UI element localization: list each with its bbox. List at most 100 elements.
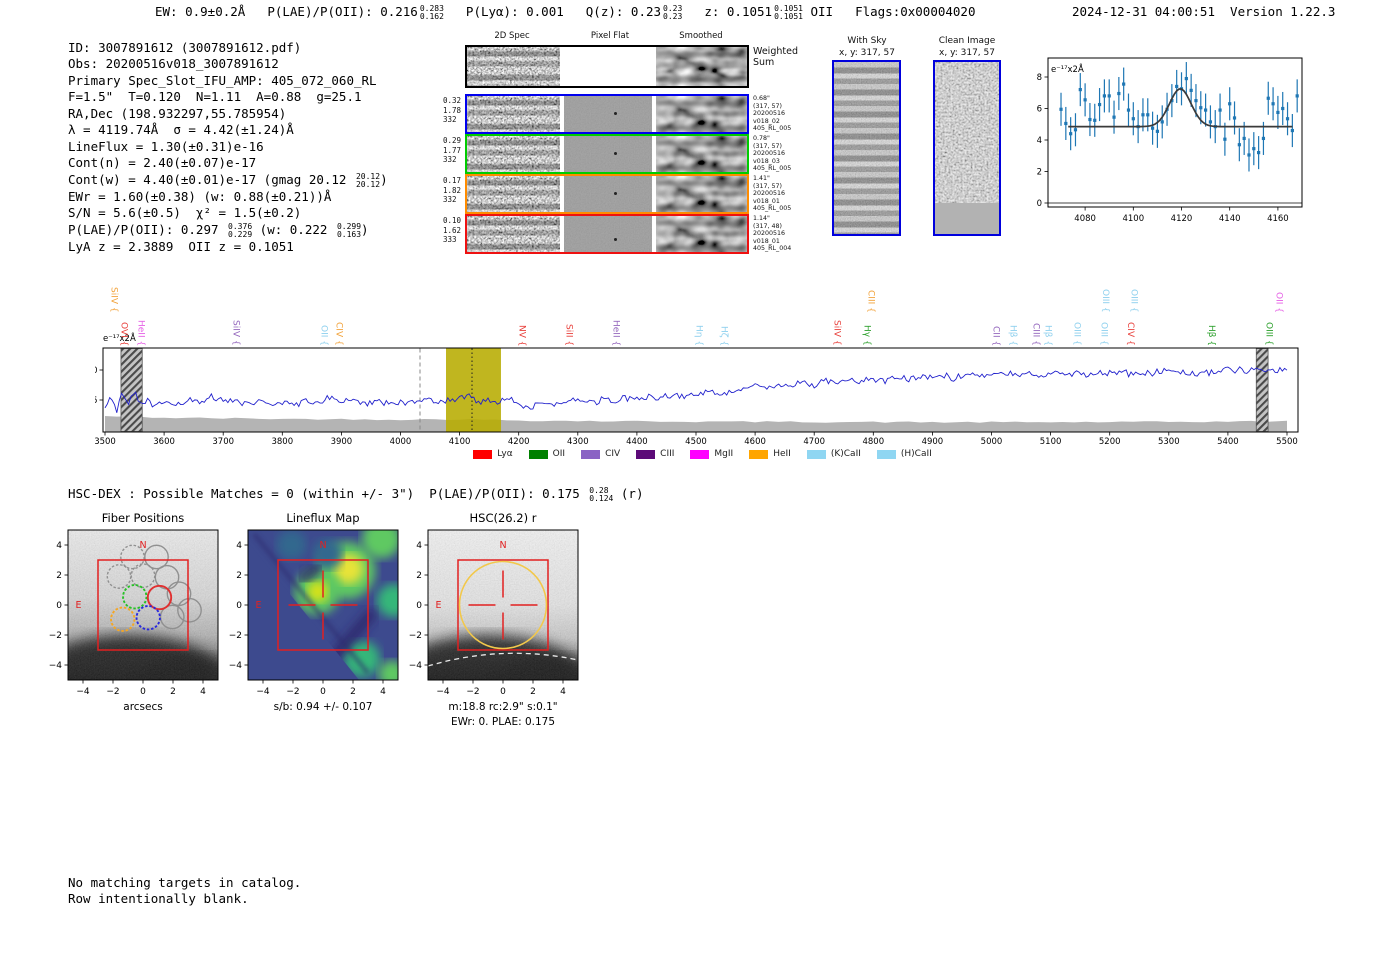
x-tick-label: −4 (436, 687, 450, 697)
cutout-left-labels: 0.10 1.62 333 (443, 216, 461, 245)
catalog-match-notes: No matching targets in catalog. Row inten… (68, 875, 301, 908)
data-point (1155, 129, 1160, 133)
line-label-siii: SiII { (563, 323, 574, 346)
highlight-band (446, 348, 501, 432)
y-tick-label: 0 (416, 601, 422, 611)
legend-swatch (876, 449, 896, 459)
data-point (1078, 88, 1082, 92)
line-label-h: Hβ { (1007, 324, 1018, 346)
y-tick-label: 4 (416, 541, 422, 551)
line-label-heii: HeII { (610, 319, 621, 346)
smoothed-bands (656, 176, 747, 212)
cutout-right-value: v018_02 (753, 117, 780, 125)
sup-sub-stack: 20.12 20.12 (356, 172, 380, 189)
data-point (1150, 126, 1155, 130)
x-tick-label: −2 (106, 687, 119, 697)
trace-bands (467, 136, 560, 172)
heatmap-blob (362, 530, 398, 559)
clean-image-title: Clean Image x, y: 317, 57 (906, 36, 1028, 59)
cutout-right-value: 20200516 (753, 230, 786, 238)
legend-item: CIII (636, 449, 674, 459)
legend-label: CIV (605, 449, 621, 459)
info-line: Primary Spec_Slot_IFU_AMP: 405_072_060_R… (68, 73, 388, 89)
cutout-spec2d-image (467, 47, 560, 86)
text-segment: Cont(n) = 2.40(±0.07)e-17 (68, 155, 257, 171)
cutout-right-value: v018_03 (753, 157, 780, 165)
info-line: F=1.5" T=0.120 N=1.11 A=0.88 g=25.1 (68, 89, 388, 105)
cutout-right-value: 405_RL_004 (753, 245, 792, 253)
dead-pixel-dot (614, 237, 618, 241)
text-segment: (r) (613, 486, 644, 501)
legend-swatch (690, 449, 710, 459)
text-segment: ID: 3007891612 (3007891612.pdf) (68, 40, 302, 55)
cutout-right-value: 20200516 (753, 150, 786, 158)
line-label-ovi: OVI { (118, 321, 129, 346)
line-label-oii: OII { (318, 325, 329, 346)
dead-pixel-dot (614, 111, 618, 115)
grain-overlay (428, 530, 578, 680)
legend-label: Lyα (497, 449, 513, 459)
cutout-smooth-image (656, 176, 747, 212)
clean-image-coords: x, y: 317, 57 (939, 47, 995, 58)
x-tick-label: 3900 (331, 437, 353, 447)
y-tick-label: 2 (416, 571, 422, 581)
text-segment: P(LAE)/P(OII): 0.297 (68, 221, 227, 237)
legend-item: Lyα (473, 449, 513, 459)
cutout-right-value: 20200516 (753, 190, 786, 198)
header-item-value: 0.001 (518, 4, 564, 19)
north-label: N (139, 540, 146, 551)
hsc-dex-summary: HSC-DEX : Possible Matches = 0 (within +… (68, 486, 643, 503)
data-point (1232, 116, 1237, 120)
cutout-right-value: 405_RL_005 (753, 165, 792, 173)
line-label-siiv: SiIV { (230, 320, 241, 346)
sub-value: 0.124 (589, 494, 614, 503)
legend-item: HeII (749, 449, 791, 459)
masked-band (120, 348, 143, 432)
header-item-label: z: (704, 4, 720, 19)
cutout-spec2d-image (467, 136, 560, 172)
cutout-left-value: 332 (443, 195, 457, 204)
hsc-image-plot: NE−4 −2 0 2 4−4−2024m:18.8 rc:2.9" s:0.1"EWr… (409, 529, 579, 728)
clean-image (933, 60, 1001, 236)
data-point (1237, 143, 1241, 147)
y-tick-label: −2 (49, 631, 62, 641)
data-point (1112, 115, 1116, 119)
header-item-label: P(LAE)/P(OII): (267, 4, 373, 19)
data-point (1208, 120, 1213, 124)
sub-value: 0.23 (663, 12, 683, 21)
sup-sub-stack: 0.299 0.163 (337, 222, 361, 239)
cutout-spec2d-image (467, 176, 560, 212)
data-point (1093, 118, 1097, 122)
data-point (1252, 147, 1256, 151)
line-label-civ: CIV { (1125, 322, 1136, 346)
line-label-oiii: OIII { (1098, 322, 1109, 346)
heatmap-blob (276, 530, 307, 560)
line-label-oiii: OIII { (1263, 322, 1274, 346)
cutout-row (465, 134, 749, 174)
legend-swatch (806, 449, 826, 459)
masked-band (1255, 348, 1269, 432)
x-tick-label: 3500 (95, 437, 116, 447)
line-label-ciii: CIII { (1030, 323, 1041, 346)
legend-label: (H)CaII (900, 449, 932, 459)
line-label-h: Hγ { (861, 325, 872, 346)
x-tick-label: 2 (350, 687, 356, 697)
sup-sub-stack: 0.1051 0.1051 (774, 5, 803, 21)
cutout-flat-image (564, 136, 652, 172)
data-point (1281, 106, 1285, 111)
cutout-right-value: 405_RL_005 (753, 125, 792, 133)
sup-sub-stack: 0.23 0.23 (663, 5, 682, 21)
x-tick-label: 4160 (1267, 214, 1289, 224)
east-label: E (435, 600, 441, 611)
legend-swatch (473, 449, 493, 459)
elixer-report: EW: 0.9±0.2Å P(LAE)/P(OII): 0.216 0.283 0.1… (0, 0, 1400, 953)
info-line: P(LAE)/P(OII): 0.297 0.376 0.229 (w: 0.22… (68, 222, 388, 239)
cutout-row (465, 94, 749, 134)
trace-bands (467, 216, 560, 252)
x-tick-label: 5100 (1040, 437, 1062, 447)
data-point (1285, 117, 1290, 121)
legend-label: OII (552, 449, 566, 459)
header-summary: EW: 0.9±0.2Å P(LAE)/P(OII): 0.216 0.283 0.1… (155, 4, 976, 21)
gaussian-fit-curve (1068, 88, 1293, 128)
data-point (1059, 107, 1063, 111)
